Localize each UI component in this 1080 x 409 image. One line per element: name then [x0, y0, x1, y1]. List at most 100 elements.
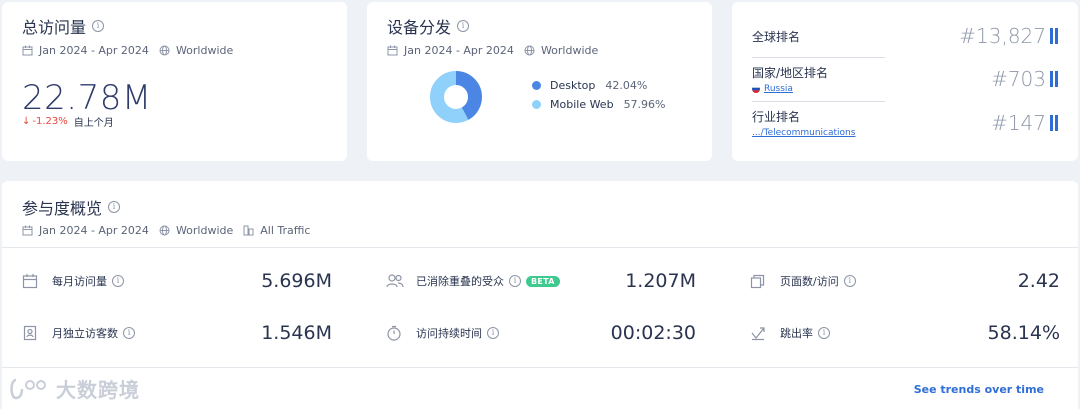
legend-label: Desktop — [550, 79, 596, 92]
visits-change: ↓ -1.23% 自上个月 — [22, 114, 114, 129]
metric-unique-visitors: 月独立访客数 i 1.546M — [22, 321, 332, 345]
global-rank-row: 全球排名 #13,827 — [752, 24, 1058, 48]
device-meta: Jan 2024 - Apr 2024 Worldwide — [387, 44, 598, 57]
watermark-text: 大数跨境 — [56, 378, 140, 402]
pages-icon — [750, 274, 765, 289]
region: Worldwide — [175, 44, 234, 57]
globe-icon — [524, 45, 535, 56]
industry-rank-value-wrap: #147 — [991, 111, 1058, 135]
globe-icon — [159, 225, 170, 236]
country-rank-row: 国家/地区排名 Russia #703 — [752, 64, 1058, 94]
device-legend: Desktop 42.04% Mobile Web 57.96% — [532, 76, 666, 114]
calendar-icon — [22, 225, 33, 236]
metric-label: 访问持续时间 i — [416, 325, 499, 341]
global-rank-value: #13,827 — [959, 24, 1046, 48]
date-range: Jan 2024 - Apr 2024 — [39, 44, 149, 57]
info-icon[interactable]: i — [457, 20, 470, 32]
total-visits-value: 22.78M — [22, 78, 152, 118]
date-range: Jan 2024 - Apr 2024 — [404, 44, 514, 57]
globe-icon — [159, 45, 170, 56]
calendar-icon — [387, 45, 398, 56]
info-icon[interactable]: i — [92, 20, 105, 32]
monthly-visits-label: 每月访问量 — [52, 275, 107, 288]
rank-bars-icon — [1050, 71, 1058, 87]
global-rank-label: 全球排名 — [752, 29, 801, 44]
legend-value: 42.04% — [605, 79, 648, 92]
country-link[interactable]: Russia — [752, 84, 828, 94]
divider — [2, 367, 1078, 368]
info-icon[interactable]: i — [123, 327, 135, 339]
industry-rank-label: 行业排名 — [752, 110, 801, 124]
rank-bars-icon — [1050, 115, 1058, 131]
legend-dot-mobile — [532, 100, 541, 109]
global-rank-value-wrap: #13,827 — [959, 24, 1058, 48]
arrow-down-icon: ↓ — [22, 116, 31, 127]
traffic-icon — [243, 225, 254, 236]
metric-label: 已消除重叠的受众 i BETA — [416, 273, 560, 289]
legend-value: 57.96% — [623, 98, 666, 111]
divider — [752, 101, 885, 102]
metric-pages-per-visit: 页面数/访问 i 2.42 — [750, 269, 1060, 293]
unique-visitors-label: 月独立访客数 — [52, 327, 118, 340]
see-trends-link[interactable]: See trends over time — [914, 383, 1044, 396]
metric-label: 页面数/访问 i — [780, 273, 856, 289]
watermark-logo-icon — [10, 378, 46, 399]
info-icon[interactable]: i — [108, 201, 121, 213]
info-icon[interactable]: i — [843, 275, 856, 287]
visit-duration-value: 00:02:30 — [610, 322, 696, 344]
russia-flag-icon — [752, 85, 760, 93]
industry-rank-row: 行业排名 .../Telecommunications #147 — [752, 108, 1058, 138]
device-distribution-card: 设备分发 i Jan 2024 - Apr 2024 Worldwide Des… — [367, 2, 712, 161]
country-rank-value-wrap: #703 — [991, 67, 1058, 91]
date-range: Jan 2024 - Apr 2024 — [39, 224, 149, 237]
industry-link[interactable]: .../Telecommunications — [752, 128, 855, 138]
metric-label: 每月访问量 i — [52, 273, 124, 289]
bounce-rate-value: 58.14% — [987, 322, 1060, 344]
info-icon[interactable]: i — [509, 275, 521, 287]
info-icon[interactable]: i — [487, 327, 499, 339]
visitor-card-icon — [23, 325, 37, 341]
total-visits-meta: Jan 2024 - Apr 2024 Worldwide — [22, 44, 233, 57]
calendar-icon — [22, 274, 38, 289]
total-visits-title-row: 总访问量 i — [22, 14, 233, 38]
watermark: 大数跨境 — [8, 374, 140, 403]
metric-dedup-audience: 已消除重叠的受众 i BETA 1.207M — [386, 269, 696, 293]
engagement-title: 参与度概览 — [22, 199, 103, 218]
ranks-card: 全球排名 #13,827 国家/地区排名 Russia #703 行业排名 ..… — [732, 2, 1078, 161]
change-value: -1.23% — [32, 116, 68, 127]
total-visits-card: 总访问量 i Jan 2024 - Apr 2024 Worldwide 22.… — [2, 2, 347, 161]
traffic-type: All Traffic — [260, 224, 311, 237]
pages-per-visit-value: 2.42 — [1017, 270, 1060, 292]
monthly-visits-value: 5.696M — [261, 270, 332, 292]
metric-label: 月独立访客数 i — [52, 325, 135, 341]
region: Worldwide — [175, 224, 234, 237]
device-title: 设备分发 — [387, 18, 452, 37]
unique-visitors-value: 1.546M — [261, 322, 332, 344]
calendar-icon — [22, 45, 33, 56]
bounce-rate-label: 跳出率 — [780, 327, 813, 340]
info-icon[interactable]: i — [818, 327, 830, 339]
visit-duration-label: 访问持续时间 — [416, 327, 482, 340]
divider — [2, 247, 1078, 248]
metric-monthly-visits: 每月访问量 i 5.696M — [22, 269, 332, 293]
legend-item-desktop: Desktop 42.04% — [532, 76, 666, 95]
divider — [752, 57, 885, 58]
country-rank-label: 国家/地区排名 — [752, 66, 829, 80]
metric-label: 跳出率 i — [780, 325, 830, 341]
country-rank-value: #703 — [991, 67, 1046, 91]
engagement-card: 参与度概览 i Jan 2024 - Apr 2024 Worldwide Al… — [2, 181, 1078, 409]
device-donut-chart — [430, 71, 482, 123]
legend-item-mobile: Mobile Web 57.96% — [532, 95, 666, 114]
engagement-title-row: 参与度概览 i — [22, 195, 310, 219]
country-link-text[interactable]: Russia — [764, 84, 793, 94]
stopwatch-icon — [387, 325, 401, 341]
industry-rank-value: #147 — [991, 111, 1046, 135]
users-icon — [386, 274, 404, 288]
region: Worldwide — [540, 44, 599, 57]
device-title-row: 设备分发 i — [387, 14, 598, 38]
legend-label: Mobile Web — [550, 98, 614, 111]
info-icon[interactable]: i — [112, 275, 124, 287]
change-period: 自上个月 — [73, 118, 114, 129]
engagement-meta: Jan 2024 - Apr 2024 Worldwide All Traffi… — [22, 224, 310, 237]
metric-visit-duration: 访问持续时间 i 00:02:30 — [386, 321, 696, 345]
